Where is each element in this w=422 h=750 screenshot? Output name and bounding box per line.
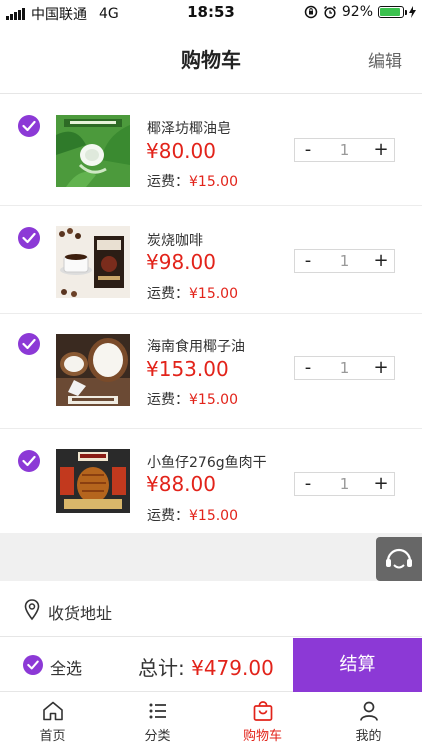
product-price: ¥88.00 [146, 472, 216, 496]
item-checkbox[interactable] [18, 333, 40, 355]
checkmark-icon [22, 120, 36, 132]
cart-item: 炭烧咖啡 ¥98.00 运费：¥15.00 - 1 + [0, 207, 422, 314]
quantity-value[interactable]: 1 [321, 250, 368, 272]
product-name: 小鱼仔276g鱼肉干 [147, 455, 267, 471]
status-right: 92% [304, 4, 416, 20]
item-checkbox[interactable] [18, 115, 40, 137]
total-label: 总计: [138, 656, 192, 680]
cart-item: 小鱼仔276g鱼肉干 ¥88.00 运费：¥15.00 - 1 + [0, 430, 422, 533]
checkmark-icon [22, 455, 36, 467]
product-name: 炭烧咖啡 [147, 233, 203, 249]
checkout-button[interactable]: 结算 [293, 638, 422, 692]
shipping-info: 运费：¥15.00 [147, 171, 238, 191]
cart-item: 海南食用椰子油 ¥153.00 运费：¥15.00 - 1 + [0, 315, 422, 429]
orientation-lock-icon [304, 5, 318, 19]
shipping-fee: ¥15.00 [189, 392, 238, 408]
location-pin-icon [24, 599, 40, 621]
select-all-label[interactable]: 全选 [50, 655, 82, 679]
shipping-fee: ¥15.00 [189, 174, 238, 190]
product-image[interactable] [56, 115, 130, 187]
tab-home[interactable]: 首页 [0, 693, 105, 750]
item-checkbox[interactable] [18, 450, 40, 472]
decrease-button[interactable]: - [295, 473, 321, 495]
shipping-info: 运费：¥15.00 [147, 389, 238, 409]
product-name: 海南食用椰子油 [147, 339, 245, 355]
edit-button[interactable]: 编辑 [368, 47, 402, 72]
product-image[interactable] [56, 449, 130, 513]
select-all-checkbox[interactable] [23, 655, 43, 675]
increase-button[interactable]: + [368, 250, 394, 272]
quantity-value[interactable]: 1 [321, 139, 368, 161]
total-price: 总计: ¥479.00 [138, 652, 274, 681]
product-price: ¥98.00 [146, 250, 216, 274]
quantity-value[interactable]: 1 [321, 473, 368, 495]
shipping-label: 运费： [147, 174, 189, 190]
total-amount: ¥479.00 [191, 656, 274, 680]
product-image[interactable] [56, 226, 130, 298]
address-label: 收货地址 [48, 604, 113, 623]
tab-label: 我的 [355, 729, 382, 744]
checkmark-icon [22, 338, 36, 350]
tab-category[interactable]: 分类 [105, 693, 210, 750]
product-price: ¥153.00 [146, 357, 229, 381]
address-row[interactable]: 收货地址 [0, 583, 422, 637]
shipping-fee: ¥15.00 [189, 286, 238, 302]
tab-profile[interactable]: 我的 [316, 693, 421, 750]
decrease-button[interactable]: - [295, 250, 321, 272]
headset-icon [386, 548, 412, 569]
tab-label: 购物车 [242, 729, 282, 744]
cart-item: 椰泽坊椰油皂 ¥80.00 运费：¥15.00 - 1 + [0, 95, 422, 206]
quantity-value[interactable]: 1 [321, 357, 368, 379]
decrease-button[interactable]: - [295, 357, 321, 379]
battery-percent: 92% [341, 4, 373, 20]
tab-label: 分类 [144, 729, 171, 744]
decrease-button[interactable]: - [295, 139, 321, 161]
checkmark-icon [27, 660, 39, 670]
quantity-stepper: - 1 + [294, 472, 395, 496]
bag-icon [253, 701, 273, 721]
shipping-label: 运费： [147, 286, 189, 302]
tab-cart[interactable]: 购物车 [210, 693, 315, 750]
quantity-stepper: - 1 + [294, 138, 395, 162]
shipping-label: 运费： [147, 392, 189, 408]
page-title: 购物车 [181, 48, 241, 72]
tab-label: 首页 [39, 729, 66, 744]
shipping-info: 运费：¥15.00 [147, 283, 238, 303]
nav-bar: 购物车 编辑 [0, 24, 422, 94]
increase-button[interactable]: + [368, 139, 394, 161]
product-name: 椰泽坊椰油皂 [147, 121, 231, 137]
increase-button[interactable]: + [368, 473, 394, 495]
list-icon [149, 703, 166, 719]
quantity-stepper: - 1 + [294, 356, 395, 380]
charging-icon [409, 6, 416, 18]
item-checkbox[interactable] [18, 227, 40, 249]
increase-button[interactable]: + [368, 357, 394, 379]
shipping-label: 运费： [147, 508, 189, 524]
shipping-fee: ¥15.00 [189, 508, 238, 524]
shipping-info: 运费：¥15.00 [147, 505, 238, 525]
customer-service-button[interactable] [376, 537, 422, 581]
battery-icon [378, 6, 407, 18]
home-icon [43, 701, 63, 721]
user-icon [360, 701, 378, 721]
section-divider [0, 533, 422, 581]
checkmark-icon [22, 232, 36, 244]
product-price: ¥80.00 [146, 139, 216, 163]
alarm-icon [323, 5, 336, 19]
tab-bar: 首页 分类 购物车 我的 [0, 693, 422, 750]
status-bar: 中国联通 4G 18:53 92% [0, 0, 422, 24]
checkout-bar: 全选 总计: ¥479.00 结算 [0, 638, 422, 692]
quantity-stepper: - 1 + [294, 249, 395, 273]
product-image[interactable] [56, 334, 130, 406]
